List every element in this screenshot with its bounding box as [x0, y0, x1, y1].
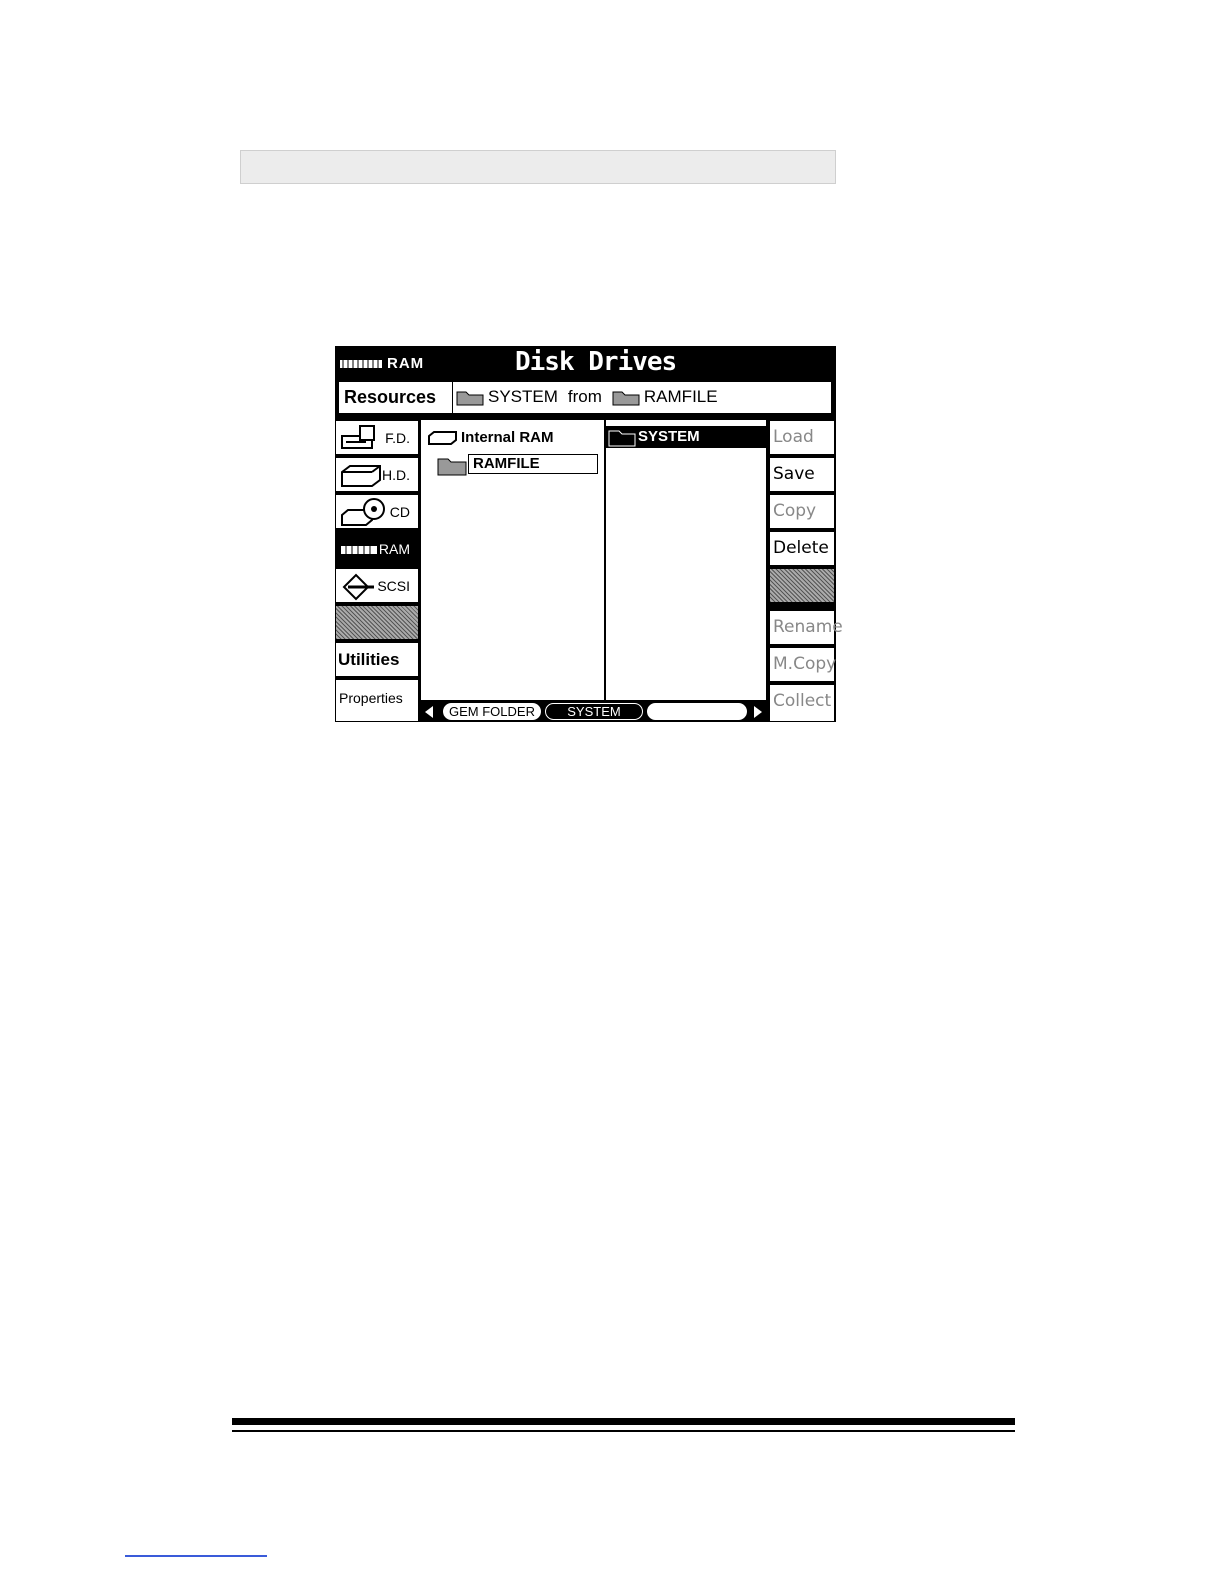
copy-button[interactable]: Copy — [769, 494, 835, 529]
floppy-drive-icon — [341, 425, 375, 449]
ram-chip-icon — [340, 360, 382, 368]
path-from-word: from — [567, 387, 602, 406]
save-button[interactable]: Save — [769, 457, 835, 492]
tab-system[interactable]: SYSTEM — [545, 703, 643, 720]
footer-rule-thick — [232, 1418, 1015, 1425]
properties-button[interactable]: Properties — [335, 679, 419, 722]
folder-icon — [437, 458, 467, 476]
tree-root-internal-ram[interactable]: Internal RAM — [427, 429, 554, 446]
footer-rule-thin — [232, 1430, 1015, 1432]
utilities-button[interactable]: Utilities — [335, 642, 419, 677]
tab-gem-folder[interactable]: GEM FOLDER — [443, 703, 541, 720]
drive-button-scsi[interactable]: SCSI — [335, 568, 419, 603]
current-drive-label: RAM — [387, 355, 425, 372]
folder-tab-bar: GEM FOLDER SYSTEM — [421, 702, 766, 722]
scroll-right-arrow-icon[interactable] — [752, 705, 764, 719]
tree-root-label: Internal RAM — [461, 429, 554, 446]
delete-button[interactable]: Delete — [769, 531, 835, 566]
folder-icon — [456, 391, 484, 406]
scsi-icon — [342, 573, 374, 601]
header-gray-bar — [240, 150, 836, 184]
drive-button-hd[interactable]: H.D. — [335, 457, 419, 492]
window-title: Disk Drives — [515, 347, 677, 377]
folder-icon — [612, 391, 640, 406]
drive-label-cd: CD — [389, 504, 410, 520]
load-button[interactable]: Load — [769, 420, 835, 455]
ram-drive-icon — [428, 430, 457, 445]
hard-drive-icon — [341, 465, 381, 487]
ram-chip-icon — [341, 546, 377, 554]
drive-button-cd[interactable]: CD — [335, 494, 419, 529]
drive-label-scsi: SCSI — [377, 578, 410, 594]
drive-label-hd: H.D. — [382, 467, 410, 483]
drive-label-fd: F.D. — [385, 430, 410, 446]
tree-item-ramfile[interactable]: RAMFILE — [468, 454, 598, 474]
folder-icon — [608, 430, 636, 447]
resources-bar: Resources SYSTEM from RAMFILE — [338, 381, 832, 414]
empty-button-slot — [769, 568, 835, 603]
properties-label: Properties — [339, 690, 403, 706]
multi-copy-button[interactable]: M.Copy — [769, 647, 836, 682]
resources-divider — [452, 382, 453, 413]
drive-button-fd[interactable]: F.D. — [335, 420, 419, 455]
file-item-system[interactable]: SYSTEM — [606, 426, 766, 448]
footer-link-underline — [125, 1555, 267, 1557]
tree-panel: Internal RAM RAMFILE — [421, 420, 604, 700]
scroll-left-arrow-icon[interactable] — [423, 705, 435, 719]
title-bar: RAM Disk Drives — [335, 346, 836, 379]
drive-button-ram[interactable]: RAM — [335, 531, 419, 566]
rename-button[interactable]: Rename — [769, 610, 843, 645]
drive-selector-column: F.D. H.D. CD RAM SCSI Utilities Properti… — [335, 420, 419, 722]
resource-path: SYSTEM from RAMFILE — [456, 387, 718, 407]
cd-drive-icon — [341, 498, 385, 526]
path-folder-name: SYSTEM — [488, 387, 558, 406]
collect-button[interactable]: Collect — [769, 684, 835, 722]
file-panel: SYSTEM — [606, 420, 766, 700]
resources-label[interactable]: Resources — [344, 387, 436, 408]
disk-drives-screen: RAM Disk Drives Resources SYSTEM from RA… — [335, 346, 843, 722]
path-source-name: RAMFILE — [643, 387, 718, 406]
file-item-label: SYSTEM — [638, 428, 700, 445]
empty-slot — [335, 605, 419, 640]
utilities-label: Utilities — [338, 650, 400, 669]
drive-label-ram: RAM — [378, 541, 410, 557]
tab-empty[interactable] — [647, 703, 747, 720]
